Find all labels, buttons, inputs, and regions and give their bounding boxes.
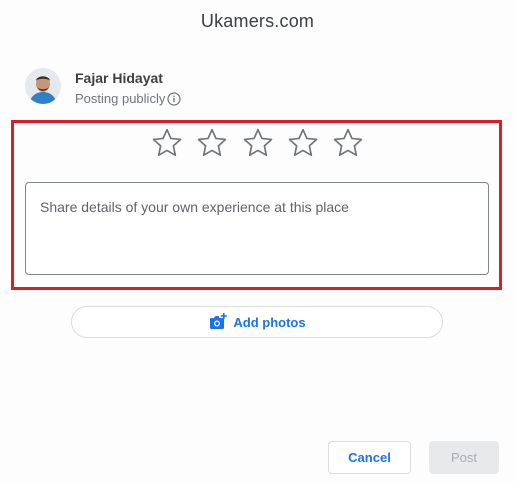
info-icon[interactable] xyxy=(167,91,181,106)
review-dialog: Ukamers.com Fajar Hidayat Posting public… xyxy=(0,0,515,483)
user-avatar xyxy=(25,68,61,104)
star-4-icon[interactable] xyxy=(286,126,320,160)
cancel-button[interactable]: Cancel xyxy=(328,441,411,474)
user-name: Fajar Hidayat xyxy=(75,70,163,86)
add-photos-label: Add photos xyxy=(233,314,306,330)
post-button[interactable]: Post xyxy=(429,441,499,474)
star-rating xyxy=(150,126,365,160)
posting-status: Posting publicly xyxy=(75,91,181,106)
posting-status-label: Posting publicly xyxy=(75,91,166,106)
add-photo-icon xyxy=(208,312,228,332)
dialog-title: Ukamers.com xyxy=(200,11,315,31)
star-2-icon[interactable] xyxy=(195,126,229,160)
star-5-icon[interactable] xyxy=(331,126,365,160)
review-textarea[interactable] xyxy=(26,183,488,274)
review-field xyxy=(25,182,489,275)
star-3-icon[interactable] xyxy=(241,126,275,160)
add-photos-button[interactable]: Add photos xyxy=(71,306,443,338)
star-1-icon[interactable] xyxy=(150,126,184,160)
